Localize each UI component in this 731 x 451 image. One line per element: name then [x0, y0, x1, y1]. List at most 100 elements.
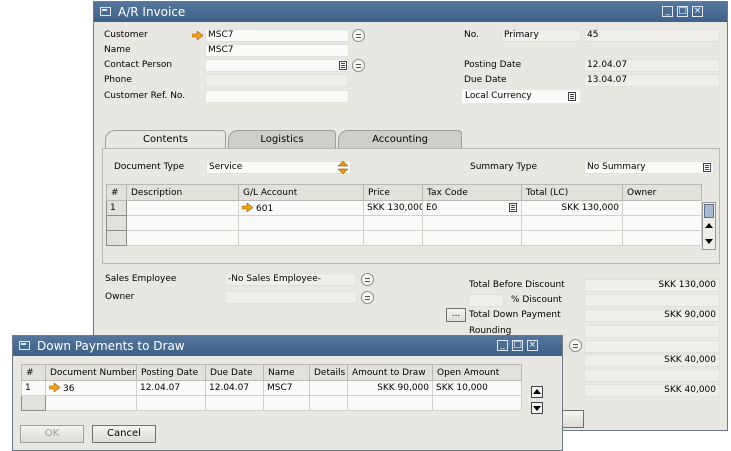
summary-type-dropdown[interactable]: No Summary [584, 161, 714, 174]
phone-field[interactable] [205, 74, 349, 87]
dialog-minimize-icon[interactable]: _ [497, 340, 508, 351]
dialog-close-icon[interactable]: × [527, 340, 538, 351]
empty-cell[interactable] [205, 395, 264, 411]
summary-list-icon[interactable] [703, 163, 711, 172]
tax-lookup-icon[interactable] [569, 339, 582, 352]
ok-button[interactable]: OK [20, 425, 84, 443]
empty-cell[interactable] [432, 395, 522, 411]
total-cell[interactable]: SKK 130,000 [521, 200, 623, 216]
scroll-down-icon[interactable] [704, 235, 714, 247]
col-header-amount-to-draw[interactable]: Amount to Draw [347, 364, 433, 381]
contact-list-icon[interactable] [339, 61, 347, 70]
tax-code-cell[interactable]: E0 [422, 200, 522, 216]
currency-dropdown[interactable]: Local Currency [462, 90, 580, 103]
amount-to-draw-cell[interactable]: SKK 90,000 [347, 380, 433, 396]
doc-number-field[interactable]: 45 [584, 29, 720, 42]
table-row[interactable] [21, 395, 522, 411]
empty-cell[interactable] [521, 215, 623, 231]
cancel-button[interactable]: Cancel [92, 425, 156, 443]
sales-employee-lookup-icon[interactable] [361, 273, 374, 286]
empty-cell[interactable] [126, 215, 239, 231]
details-cell[interactable] [309, 380, 348, 396]
table-row[interactable] [106, 230, 702, 246]
empty-cell[interactable] [422, 215, 522, 231]
col-header-document-number[interactable]: Document Number [45, 364, 137, 381]
dialog-scroll-down-icon[interactable] [531, 402, 543, 414]
empty-cell[interactable] [347, 395, 433, 411]
col-header-num[interactable]: # [106, 184, 127, 201]
empty-cell[interactable] [126, 230, 239, 246]
empty-cell[interactable] [136, 395, 206, 411]
customer-ref-field[interactable] [205, 90, 349, 103]
sales-employee-dropdown[interactable]: -No Sales Employee- [225, 273, 357, 286]
close-icon[interactable]: × [692, 6, 703, 17]
invoice-titlebar[interactable]: A/R Invoice _ □ × [94, 2, 727, 22]
table-row[interactable]: 1 36 12.04.07 12.04.07 MSC7 SKK 90,000 S… [21, 380, 522, 396]
doc-link-arrow-icon[interactable] [48, 381, 61, 393]
empty-cell[interactable] [622, 230, 702, 246]
empty-cell[interactable] [363, 230, 423, 246]
tab-accounting[interactable]: Accounting [338, 130, 462, 148]
dialog-titlebar[interactable]: Down Payments to Draw _ □ × [13, 336, 562, 356]
gl-account-cell[interactable]: 601 [238, 200, 364, 216]
scroll-thumb[interactable] [704, 204, 714, 218]
dialog-scroll-up-icon[interactable] [531, 386, 543, 398]
discount-percent-field[interactable] [468, 294, 504, 307]
open-amount-cell[interactable]: SKK 10,000 [432, 380, 522, 396]
total-field-1[interactable] [584, 340, 720, 353]
name-cell[interactable]: MSC7 [263, 380, 310, 396]
col-header-name[interactable]: Name [263, 364, 310, 381]
col-header-price[interactable]: Price [363, 184, 423, 201]
empty-cell[interactable] [422, 230, 522, 246]
empty-cell[interactable] [309, 395, 348, 411]
empty-cell[interactable] [238, 230, 364, 246]
total-down-payment-field[interactable]: SKK 90,000 [584, 309, 720, 322]
empty-cell[interactable] [45, 395, 137, 411]
owner-field[interactable] [225, 291, 357, 304]
col-header-due-date[interactable]: Due Date [205, 364, 264, 381]
lines-scrollbar[interactable] [702, 202, 716, 250]
contact-person-field[interactable] [205, 59, 349, 72]
row-number-cell[interactable] [106, 230, 127, 246]
currency-list-icon[interactable] [568, 92, 576, 101]
name-field[interactable]: MSC7 [205, 44, 349, 57]
series-field[interactable]: Primary [501, 29, 581, 42]
customer-lookup-icon[interactable] [352, 29, 365, 42]
row-number-cell[interactable]: 1 [21, 380, 46, 396]
total-field-2[interactable]: SKK 40,000 [584, 354, 720, 367]
col-header-num[interactable]: # [21, 364, 46, 381]
col-header-description[interactable]: Description [126, 184, 239, 201]
customer-field[interactable]: MSC7 [205, 29, 349, 42]
owner-cell[interactable] [622, 200, 702, 216]
table-row[interactable] [106, 215, 702, 231]
empty-cell[interactable] [622, 215, 702, 231]
rounding-field[interactable] [584, 325, 720, 338]
col-header-open-amount[interactable]: Open Amount [432, 364, 522, 381]
customer-link-arrow-icon[interactable] [192, 31, 203, 40]
tab-contents[interactable]: Contents [105, 130, 226, 148]
total-before-discount-field[interactable]: SKK 130,000 [584, 279, 720, 292]
scroll-up-icon[interactable] [704, 220, 714, 232]
maximize-icon[interactable]: □ [677, 6, 688, 17]
row-number-cell[interactable] [106, 215, 127, 231]
posting-date-cell[interactable]: 12.04.07 [136, 380, 206, 396]
row-number-cell[interactable] [21, 395, 46, 411]
contact-lookup-icon[interactable] [352, 59, 365, 72]
discount-field[interactable] [584, 294, 720, 307]
price-cell[interactable]: SKK 130,000 [363, 200, 423, 216]
col-header-details[interactable]: Details [309, 364, 348, 381]
table-row[interactable]: 1 601 SKK 130,000 E0 SKK 130,000 [106, 200, 702, 216]
col-header-owner[interactable]: Owner [622, 184, 702, 201]
description-cell[interactable] [126, 200, 239, 216]
col-header-tax-code[interactable]: Tax Code [422, 184, 522, 201]
tax-code-list-icon[interactable] [509, 203, 517, 212]
down-payment-dots-button[interactable]: ... [446, 308, 466, 322]
col-header-posting-date[interactable]: Posting Date [136, 364, 206, 381]
posting-date-field[interactable]: 12.04.07 [584, 59, 720, 72]
total-field-3[interactable] [584, 369, 720, 382]
dialog-maximize-icon[interactable]: □ [512, 340, 523, 351]
col-header-gl-account[interactable]: G/L Account [238, 184, 364, 201]
total-field-4[interactable]: SKK 40,000 [584, 384, 720, 397]
tab-logistics[interactable]: Logistics [228, 130, 336, 148]
row-number-cell[interactable]: 1 [106, 200, 127, 216]
